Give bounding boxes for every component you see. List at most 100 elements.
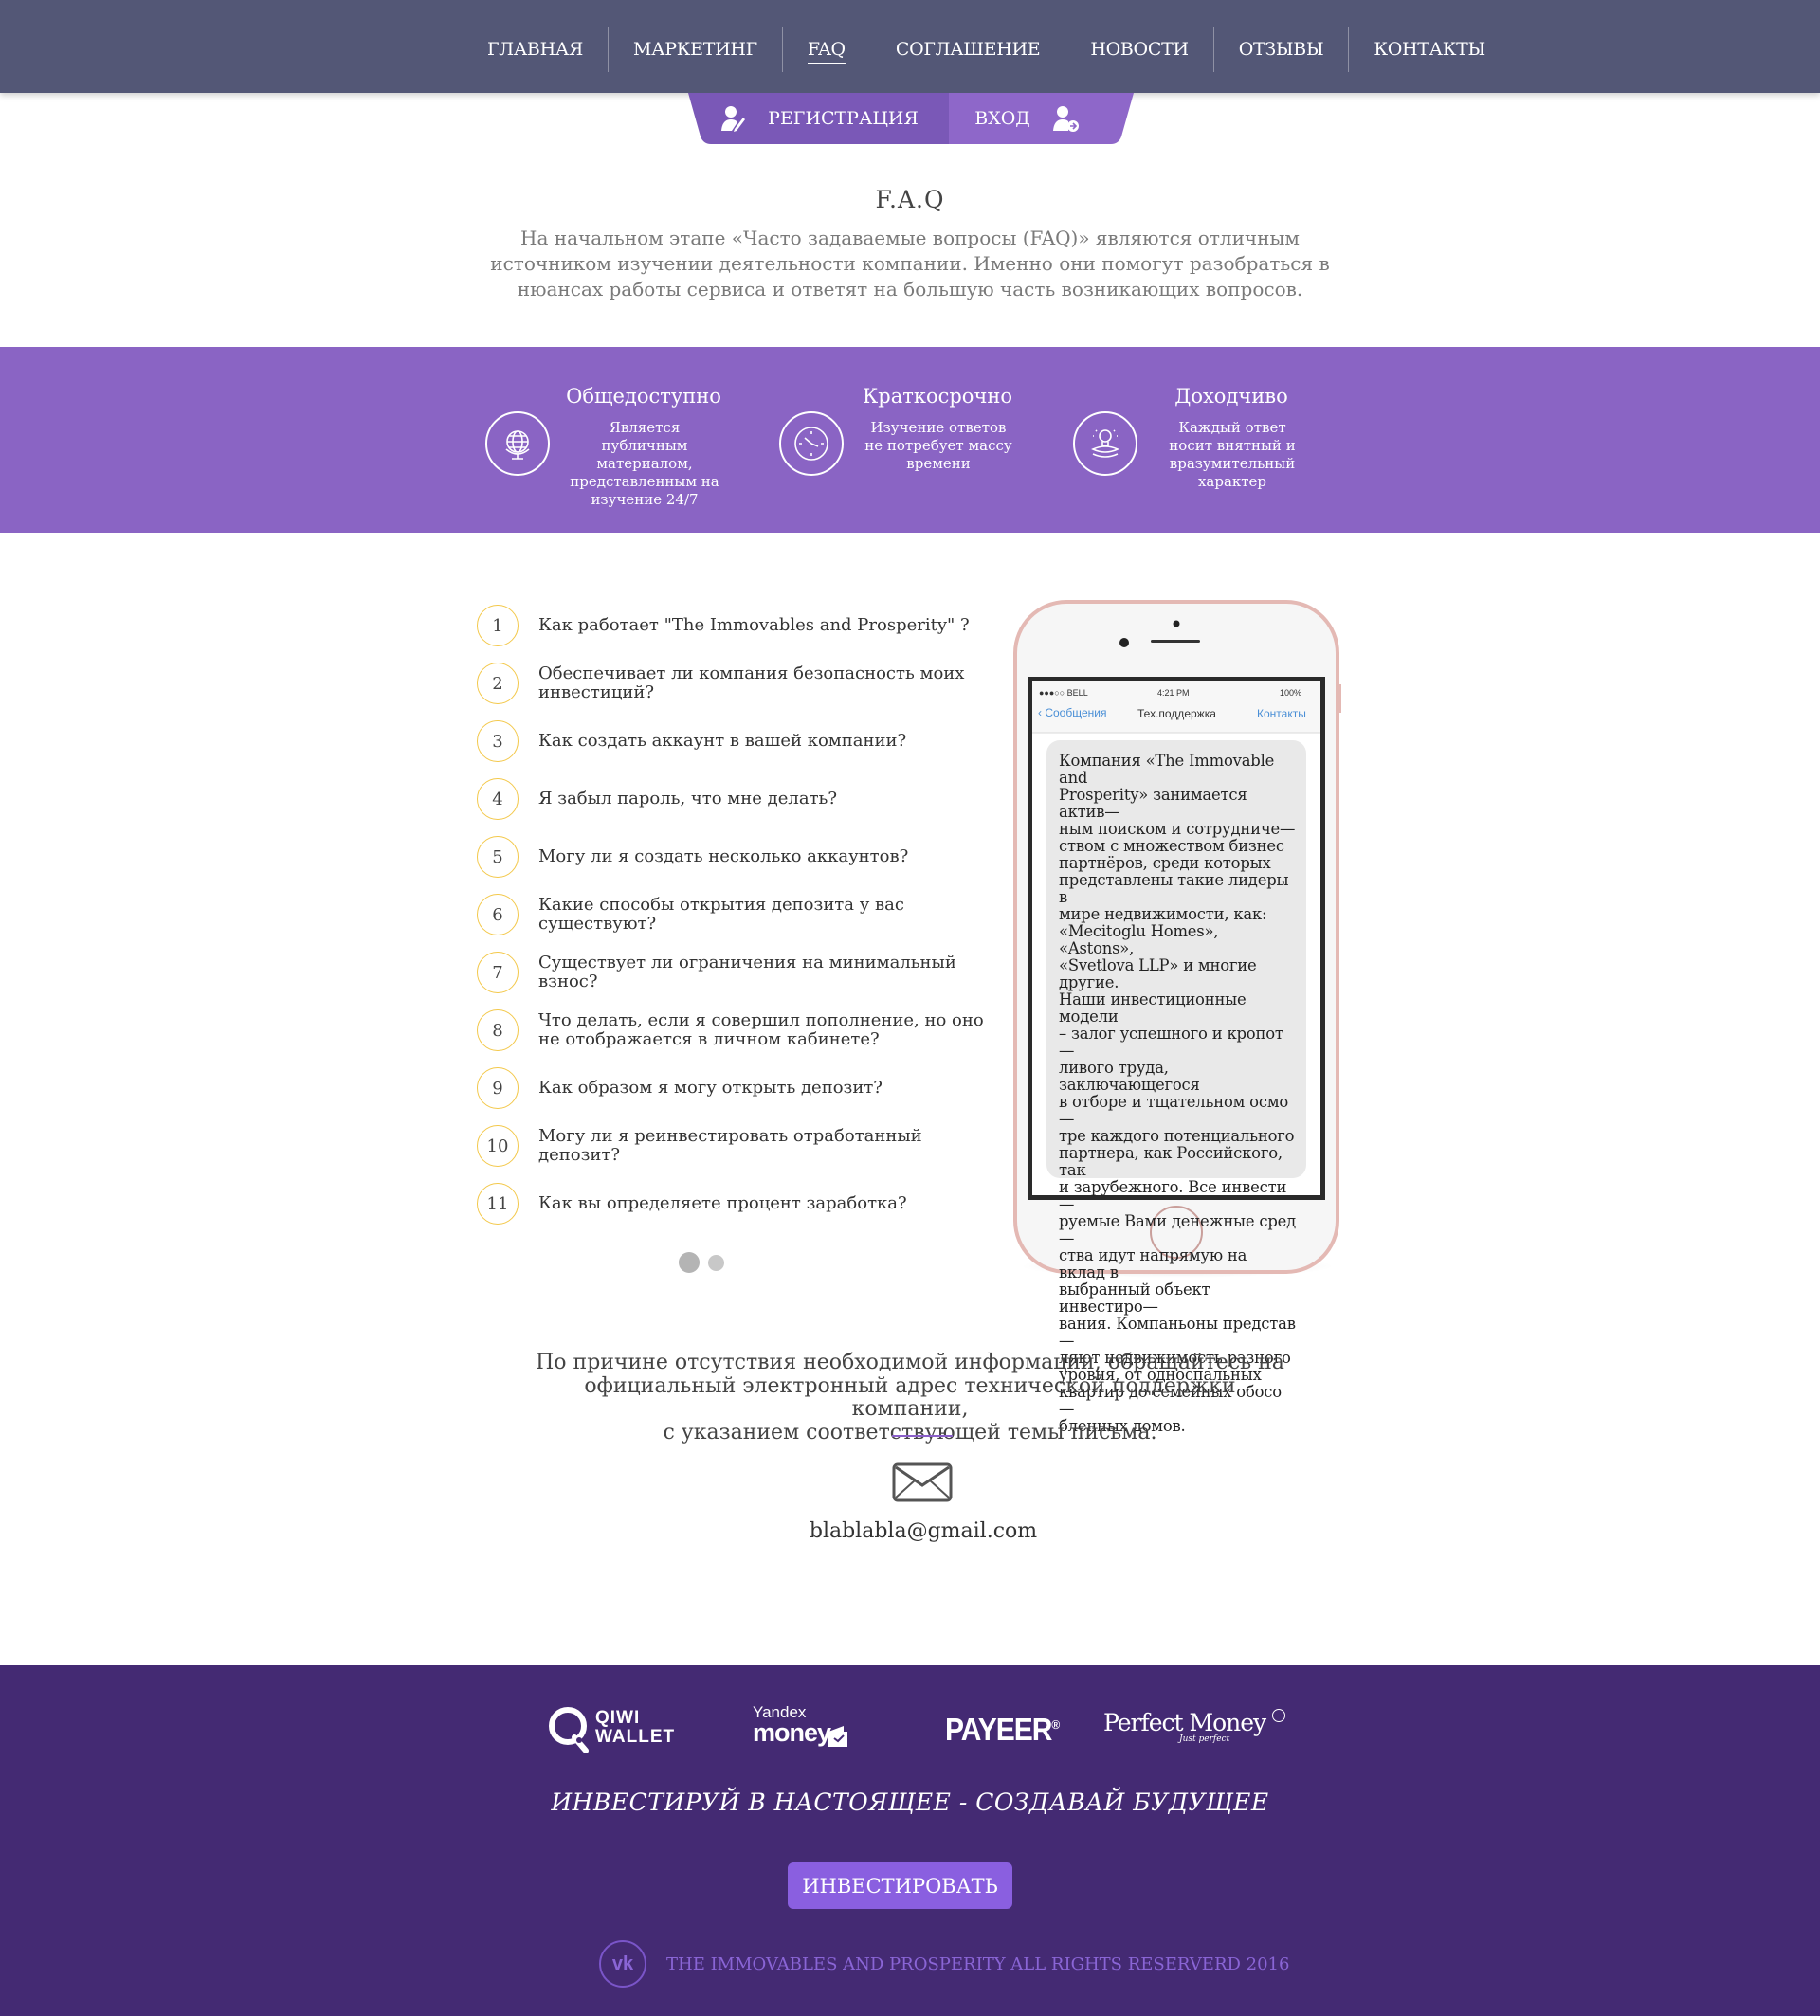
message-line: руемые Вами денежные сред— xyxy=(1059,1212,1297,1247)
pagination-dot[interactable] xyxy=(708,1254,724,1271)
payeer-logo: PAYEER® xyxy=(945,1713,1060,1748)
faq-question[interactable]: 7 Существует ли ограничения на минимальны… xyxy=(477,951,1008,994)
message-line: выбранный объект инвестиро— xyxy=(1059,1280,1210,1316)
message-line: «Mecitoglu Homes», «Astons», xyxy=(1059,922,1219,957)
faq-question[interactable]: 2 Обеспечивает ли компания безопасность м… xyxy=(477,662,1008,705)
chat-message-bubble: Компания «The Immovable and Prosperity» … xyxy=(1046,740,1306,1435)
nav-item-contacts[interactable]: КОНТАКТЫ xyxy=(1349,27,1510,72)
nav-item-marketing[interactable]: МАРКЕТИНГ xyxy=(609,27,782,72)
pagination-dot-active[interactable] xyxy=(679,1252,700,1273)
question-number: 11 xyxy=(477,1183,519,1225)
invest-button[interactable]: ИНВЕСТИРОВАТЬ xyxy=(788,1862,1012,1909)
lightbulb-icon xyxy=(1073,411,1138,476)
footer: QIWI WALLET Yandex money PAYEER® Perfect… xyxy=(0,1665,1820,2016)
login-label: ВХОД xyxy=(974,108,1030,129)
globe-icon xyxy=(485,411,550,476)
message-line: ством с множеством бизнес xyxy=(1059,837,1284,855)
message-line: – залог успешного и кропот— xyxy=(1059,1025,1283,1060)
question-number: 7 xyxy=(477,952,519,993)
faq-question[interactable]: 11 Как вы определяете процент заработка? xyxy=(477,1182,1008,1226)
features-band: Общедоступно Является публичным материал… xyxy=(0,347,1820,533)
message-line: в отборе и тщательном осмо— xyxy=(1059,1093,1289,1128)
wallet-icon xyxy=(828,1726,847,1747)
back-button[interactable]: ‹ Сообщения xyxy=(1038,706,1106,719)
message-line: вания. Компаньоны представ— xyxy=(1059,1315,1296,1350)
message-line: партнёров, среди которых xyxy=(1059,854,1271,872)
copyright-text: THE IMMOVABLES AND PROSPERITY ALL RIGHTS… xyxy=(666,1954,1290,1974)
status-carrier: ●●●○○ BELL xyxy=(1039,688,1088,698)
feature-title: Общедоступно xyxy=(566,385,721,408)
question-number: 3 xyxy=(477,720,519,762)
envelope-icon xyxy=(892,1462,953,1502)
question-text: Что делать, если я совершил пополнение, … xyxy=(538,1010,984,1049)
register-button[interactable]: РЕГИСТРАЦИЯ xyxy=(688,93,949,144)
message-line: Наши инвестиционные модели xyxy=(1059,990,1247,1026)
feature-short: Краткосрочно Изучение ответов не потребу… xyxy=(779,385,1064,518)
footer-slogan: ИНВЕСТИРУЙ В НАСТОЯЩЕЕ - СОЗДАВАЙ БУДУЩЕ… xyxy=(551,1789,1269,1816)
message-line: и зарубежного. Все инвести— xyxy=(1059,1178,1287,1213)
divider xyxy=(892,1435,953,1437)
qiwi-wallet-logo: QIWI WALLET xyxy=(548,1703,674,1756)
question-text: Как создать аккаунт в вашей компании? xyxy=(538,731,907,751)
perfect-money-logo: Perfect Money Just perfect xyxy=(1103,1709,1286,1744)
vk-icon[interactable]: vk xyxy=(599,1940,646,1988)
question-number: 4 xyxy=(477,778,519,820)
feature-description: Изучение ответов не потребует массу врем… xyxy=(864,419,1012,472)
faq-question[interactable]: 10 Могу ли я реинвестировать отработанный… xyxy=(477,1124,1008,1168)
payeer-trademark: ® xyxy=(1051,1716,1060,1733)
support-text-line: По причине отсутствия необходимой информ… xyxy=(536,1351,1284,1374)
status-battery: 100% xyxy=(1280,688,1302,698)
message-line: ливого труда, заключающегося xyxy=(1059,1059,1200,1094)
feature-clear: Доходчиво Каждый ответ носит внятный и в… xyxy=(1073,385,1357,518)
qiwi-icon xyxy=(549,1707,589,1753)
question-text: Могу ли я реинвестировать отработанный д… xyxy=(538,1126,922,1165)
auth-bar: РЕГИСТРАЦИЯ ВХОД xyxy=(688,93,1134,144)
message-line: «Svetlova LLP» и многие другие. xyxy=(1059,956,1257,991)
faq-question[interactable]: 9 Как образом я могу открыть депозит? xyxy=(477,1066,1008,1110)
nav-item-news[interactable]: НОВОСТИ xyxy=(1065,27,1212,72)
question-number: 1 xyxy=(477,605,519,646)
faq-intro-text: На начальном этапе «Часто задаваемые воп… xyxy=(490,227,1330,300)
user-login-icon xyxy=(1052,106,1079,132)
back-label: Сообщения xyxy=(1045,706,1107,719)
feature-description: Является публичным материалом, представл… xyxy=(570,419,719,508)
user-add-icon xyxy=(721,106,746,132)
question-text: Я забыл пароль, что мне делать? xyxy=(538,789,837,808)
nav-item-faq-label: FAQ xyxy=(807,39,846,64)
feature-title: Краткосрочно xyxy=(863,385,1012,408)
phone-mockup: ●●●○○ BELL 4:21 PM 100% ‹ Сообщения Тех.… xyxy=(1012,599,1342,1435)
nav-menu: ГЛАВНАЯ МАРКЕТИНГ FAQ СОГЛАШЕНИЕ НОВОСТИ… xyxy=(463,27,1510,72)
faq-question[interactable]: 4 Я забыл пароль, что мне делать? xyxy=(477,777,1008,821)
question-text: Как образом я могу открыть депозит? xyxy=(538,1078,883,1098)
nav-item-home[interactable]: ГЛАВНАЯ xyxy=(463,27,608,72)
support-text-line: с указанием соответствующей темы письма. xyxy=(663,1420,1157,1444)
contacts-link[interactable]: Контакты xyxy=(1257,707,1306,720)
login-button[interactable]: ВХОД xyxy=(949,93,1134,144)
nav-item-faq[interactable]: FAQ xyxy=(783,27,870,72)
status-time: 4:21 PM xyxy=(1157,688,1190,698)
message-line: тре каждого потенциального xyxy=(1059,1127,1295,1145)
faq-question[interactable]: 3 Как создать аккаунт в вашей компании? xyxy=(477,719,1008,763)
nav-item-agreement[interactable]: СОГЛАШЕНИЕ xyxy=(871,27,1065,72)
faq-question[interactable]: 1 Как работает "The Immovables and Prospe… xyxy=(477,604,1008,647)
message-line: Компания «The Immovable and xyxy=(1059,752,1275,787)
faq-question[interactable]: 5 Могу ли я создать несколько аккаунтов? xyxy=(477,835,1008,879)
chat-title: Тех.поддержка xyxy=(1138,707,1216,720)
feature-description: Каждый ответ носит внятный и вразумитель… xyxy=(1169,419,1296,490)
support-text-line: официальный электронный адрес техническо… xyxy=(584,1373,1236,1421)
question-text: Обеспечивает ли компания безопасность мо… xyxy=(538,663,965,702)
question-number: 8 xyxy=(477,1009,519,1051)
nav-item-reviews[interactable]: ОТЗЫВЫ xyxy=(1214,27,1349,72)
yandex-money-logo: Yandex money xyxy=(753,1703,857,1756)
question-number: 6 xyxy=(477,894,519,935)
faq-question[interactable]: 8 Что делать, если я совершил пополнение,… xyxy=(477,1008,1008,1052)
faq-question[interactable]: 6 Какие способы открытия депозита у вас с… xyxy=(477,893,1008,936)
support-text: По причине отсутствия необходимой информ… xyxy=(531,1351,1289,1444)
payeer-label: PAYEER xyxy=(945,1713,1052,1748)
message-line: Prosperity» занимается актив— xyxy=(1059,786,1247,821)
register-label: РЕГИСТРАЦИЯ xyxy=(768,108,919,129)
message-line: представлены такие лидеры в xyxy=(1059,871,1289,906)
support-email-link[interactable]: blablabla@gmail.com xyxy=(0,1519,1820,1543)
question-text: Как работает "The Immovables and Prosper… xyxy=(538,615,970,635)
question-text: Существует ли ограничения на минимальный… xyxy=(538,953,956,991)
